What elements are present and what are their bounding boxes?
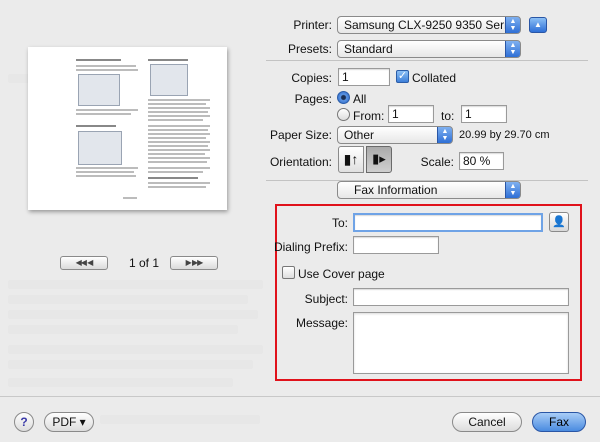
portrait-orientation-button[interactable]: ▮↑: [338, 146, 364, 173]
first-page-button[interactable]: ◀◀ ◀: [60, 256, 108, 270]
scale-field[interactable]: 80 %: [459, 152, 504, 170]
paper-size-value: Other: [344, 128, 375, 142]
printer-value: Samsung CLX-9250 9350 Serie...: [344, 18, 521, 32]
subject-label: Subject:: [304, 292, 348, 306]
paper-size-popup[interactable]: Other ▲ ▼: [337, 126, 453, 144]
print-preview-page: [28, 47, 227, 210]
paper-dimensions: 20.99 by 29.70 cm: [459, 129, 550, 141]
pages-from-field[interactable]: 1: [388, 105, 434, 123]
fax-to-field[interactable]: [353, 213, 543, 232]
message-textarea[interactable]: [353, 312, 569, 374]
copies-label: Copies:: [291, 71, 332, 85]
paper-size-label: Paper Size:: [269, 128, 332, 142]
section-popup[interactable]: Fax Information ▲ ▼: [337, 181, 521, 199]
copies-field[interactable]: 1: [338, 68, 390, 86]
popup-arrows-icon: ▲ ▼: [505, 182, 520, 198]
pages-to-label: to:: [441, 109, 455, 123]
subject-field[interactable]: [353, 288, 569, 306]
scale-label: Scale:: [420, 155, 454, 169]
fax-button[interactable]: Fax: [532, 412, 586, 432]
next-page-button[interactable]: ▶ ▶▶: [170, 256, 218, 270]
pages-all-radio[interactable]: [337, 91, 350, 104]
presets-value: Standard: [344, 42, 393, 56]
landscape-icon: ▮▸: [372, 151, 386, 166]
section-value: Fax Information: [354, 183, 438, 197]
pages-from-radio[interactable]: [337, 108, 350, 121]
collated-label: Collated: [412, 71, 457, 85]
printer-label: Printer:: [293, 18, 332, 32]
help-button[interactable]: ?: [14, 412, 34, 432]
dialing-prefix-field[interactable]: [353, 236, 439, 254]
use-cover-page-checkbox[interactable]: [282, 266, 295, 279]
pages-to-field[interactable]: 1: [461, 105, 507, 123]
collapse-dialog-button[interactable]: ▲: [529, 17, 547, 33]
orientation-label: Orientation:: [269, 155, 332, 169]
pages-label: Pages:: [294, 92, 332, 106]
divider: [266, 60, 588, 61]
fax-to-label: To:: [331, 216, 348, 230]
popup-arrows-icon: ▲ ▼: [505, 17, 520, 33]
presets-label: Presets:: [287, 42, 332, 56]
printer-popup[interactable]: Samsung CLX-9250 9350 Serie... ▲ ▼: [337, 16, 521, 34]
address-book-button[interactable]: 👤: [549, 212, 569, 232]
use-cover-page-label: Use Cover page: [298, 267, 385, 281]
pdf-menu-button[interactable]: PDF ▾: [44, 412, 94, 432]
person-icon: 👤: [552, 216, 566, 228]
presets-popup[interactable]: Standard ▲ ▼: [337, 40, 521, 58]
popup-arrows-icon: ▲ ▼: [437, 127, 452, 143]
portrait-icon: ▮↑: [343, 151, 359, 167]
dialing-prefix-label: Dialing Prefix:: [273, 240, 348, 254]
landscape-orientation-button[interactable]: ▮▸: [366, 146, 392, 173]
help-icon: ?: [20, 415, 28, 429]
pages-from-label: From:: [353, 109, 385, 123]
popup-arrows-icon: ▲ ▼: [505, 41, 520, 57]
message-label: Message:: [295, 316, 348, 330]
footer-divider: [0, 396, 600, 397]
cancel-button[interactable]: Cancel: [452, 412, 522, 432]
collated-checkbox[interactable]: ✓: [396, 70, 409, 83]
pages-all-label: All: [353, 92, 367, 106]
page-indicator: 1 of 1: [129, 256, 160, 270]
